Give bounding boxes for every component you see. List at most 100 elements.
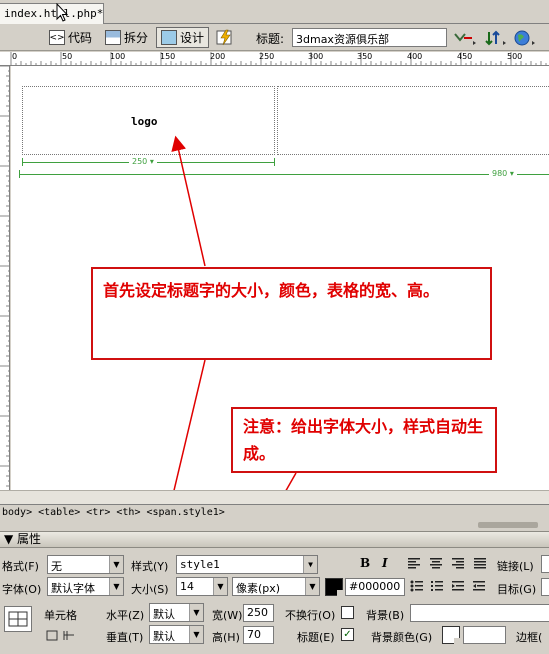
cell-label: 单元格: [44, 609, 77, 622]
nowrap-label: 不换行(O): [285, 609, 336, 622]
header-checkbox[interactable]: ✓: [341, 628, 354, 641]
unit-value: 像素(px): [236, 582, 281, 595]
chevron-down-icon: ▼: [109, 556, 123, 573]
bgcolor-swatch[interactable]: [442, 626, 460, 644]
unit-select[interactable]: 像素(px) ▼: [232, 577, 320, 596]
table-cell-logo[interactable]: logo: [22, 86, 275, 155]
table-width-label[interactable]: 980 ▾: [489, 169, 517, 178]
ruler-label: 50: [62, 52, 73, 61]
table-cell-icon: [4, 606, 32, 632]
annotation-callout-size-color: 首先设定标题字的大小，颜色，表格的宽、高。: [91, 267, 492, 360]
alignment-icons: [408, 558, 486, 569]
merge-split-cell-icons[interactable]: [46, 629, 80, 643]
format-label: 格式(F): [2, 560, 39, 573]
split-view-label: 拆分: [124, 31, 149, 45]
chevron-down-icon: ▼: [189, 604, 203, 621]
ruler-label: 500: [507, 52, 523, 61]
ruler-ticks: [0, 66, 9, 487]
chevron-down-icon: ▼: [109, 578, 123, 595]
properties-panel-header[interactable]: ▼ 属性: [0, 531, 549, 548]
live-view-lightning-icon[interactable]: [216, 29, 234, 46]
style-label: 样式(Y): [131, 560, 169, 573]
validate-icon[interactable]: [452, 29, 478, 46]
document-tab-bar: index.html.php*: [0, 0, 549, 24]
tag-selector[interactable]: body> <table> <tr> <th> <span.style1>: [0, 504, 549, 521]
font-value: 默认字体: [51, 582, 95, 595]
design-view-button[interactable]: 设计: [156, 27, 210, 48]
chevron-down-icon: ▼: [189, 626, 203, 643]
target-label: 目标(G): [497, 583, 537, 596]
format-value: 无: [51, 560, 62, 573]
design-view-label: 设计: [180, 31, 205, 45]
vert-value: 默认: [153, 630, 175, 643]
ruler-label: 250: [259, 52, 275, 61]
text-color-swatch[interactable]: [325, 578, 343, 596]
nowrap-checkbox[interactable]: [341, 606, 354, 619]
mouse-cursor-icon: [56, 3, 68, 22]
list-indent-icons: [410, 580, 485, 592]
document-tab[interactable]: index.html.php*: [0, 3, 104, 24]
annotation-callout-font-size: 注意：给出字体大小，样式自动生成。: [231, 407, 497, 473]
style-select[interactable]: style1 ▼: [176, 555, 318, 574]
code-view-icon: <>: [49, 30, 65, 45]
horizontal-scrollbar[interactable]: [0, 490, 549, 504]
horz-select[interactable]: 默认 ▼: [149, 603, 204, 622]
panel-resize-handle[interactable]: [478, 522, 538, 528]
file-management-icon[interactable]: [484, 29, 510, 46]
vert-label: 垂直(T): [106, 631, 144, 644]
ruler-label: 350: [357, 52, 373, 61]
ruler-label: 450: [457, 52, 473, 61]
horizontal-ruler: 0 50 100 150 200 250 300 350 400 450 500: [0, 52, 549, 66]
bgcolor-label: 背景颜色(G): [371, 631, 433, 644]
vertical-ruler: [0, 66, 10, 490]
text-color-input[interactable]: #000000: [345, 578, 405, 596]
ruler-label: 400: [407, 52, 423, 61]
code-view-button[interactable]: <> 代码: [44, 27, 97, 48]
title-input[interactable]: 3dmax资源俱乐部: [292, 28, 447, 47]
italic-button[interactable]: I: [382, 556, 388, 570]
link-label: 链接(L): [497, 560, 534, 573]
chevron-down-icon: ▼: [305, 578, 319, 595]
background-label: 背景(B): [366, 609, 405, 622]
panel-divider: [0, 521, 549, 531]
cell-height-label: 高(H): [212, 631, 240, 644]
cell-width-input[interactable]: 250: [243, 604, 274, 622]
code-view-label: 代码: [68, 31, 93, 45]
size-select[interactable]: 14 ▼: [176, 577, 228, 596]
document-toolbar: <> 代码 拆分 设计 标题: 3dmax资源俱乐部: [0, 24, 549, 51]
ruler-label: 300: [308, 52, 324, 61]
size-label: 大小(S): [131, 583, 169, 596]
vert-select[interactable]: 默认 ▼: [149, 625, 204, 644]
title-label: 标题:: [256, 32, 285, 46]
size-value: 14: [180, 580, 194, 593]
preview-globe-icon[interactable]: [514, 29, 540, 46]
link-input[interactable]: [541, 555, 549, 573]
ruler-label: 100: [110, 52, 126, 61]
header-label: 标题(E): [297, 631, 335, 644]
bgcolor-input[interactable]: [463, 626, 506, 644]
chevron-down-icon: ▼: [303, 556, 317, 573]
font-select[interactable]: 默认字体 ▼: [47, 577, 124, 596]
border-label: 边框(: [516, 631, 543, 644]
format-select[interactable]: 无 ▼: [47, 555, 124, 574]
cell-height-input[interactable]: 70: [243, 626, 274, 644]
design-view-icon: [161, 30, 177, 45]
properties-panel: 格式(F) 无 ▼ 样式(Y) style1 ▼ B I 链接(L) 字体(O) 默…: [0, 548, 549, 654]
width-indicator-end: [274, 158, 275, 166]
background-input[interactable]: [410, 604, 549, 622]
style-value: style1: [180, 558, 220, 571]
ruler-label: 200: [210, 52, 226, 61]
horz-label: 水平(Z): [106, 609, 145, 622]
bold-button[interactable]: B: [360, 556, 370, 570]
table-cell-right[interactable]: [277, 86, 549, 155]
cell-width-label[interactable]: 250 ▾: [129, 157, 157, 166]
cell-width-label: 宽(W): [212, 609, 243, 622]
split-view-icon: [105, 30, 121, 45]
target-input[interactable]: [541, 578, 549, 596]
split-view-button[interactable]: 拆分: [100, 27, 153, 48]
font-label: 字体(O): [2, 583, 42, 596]
logo-text: logo: [131, 115, 158, 128]
table-width-indicator: [19, 174, 549, 175]
horz-value: 默认: [153, 608, 175, 621]
chevron-down-icon: ▼: [213, 578, 227, 595]
